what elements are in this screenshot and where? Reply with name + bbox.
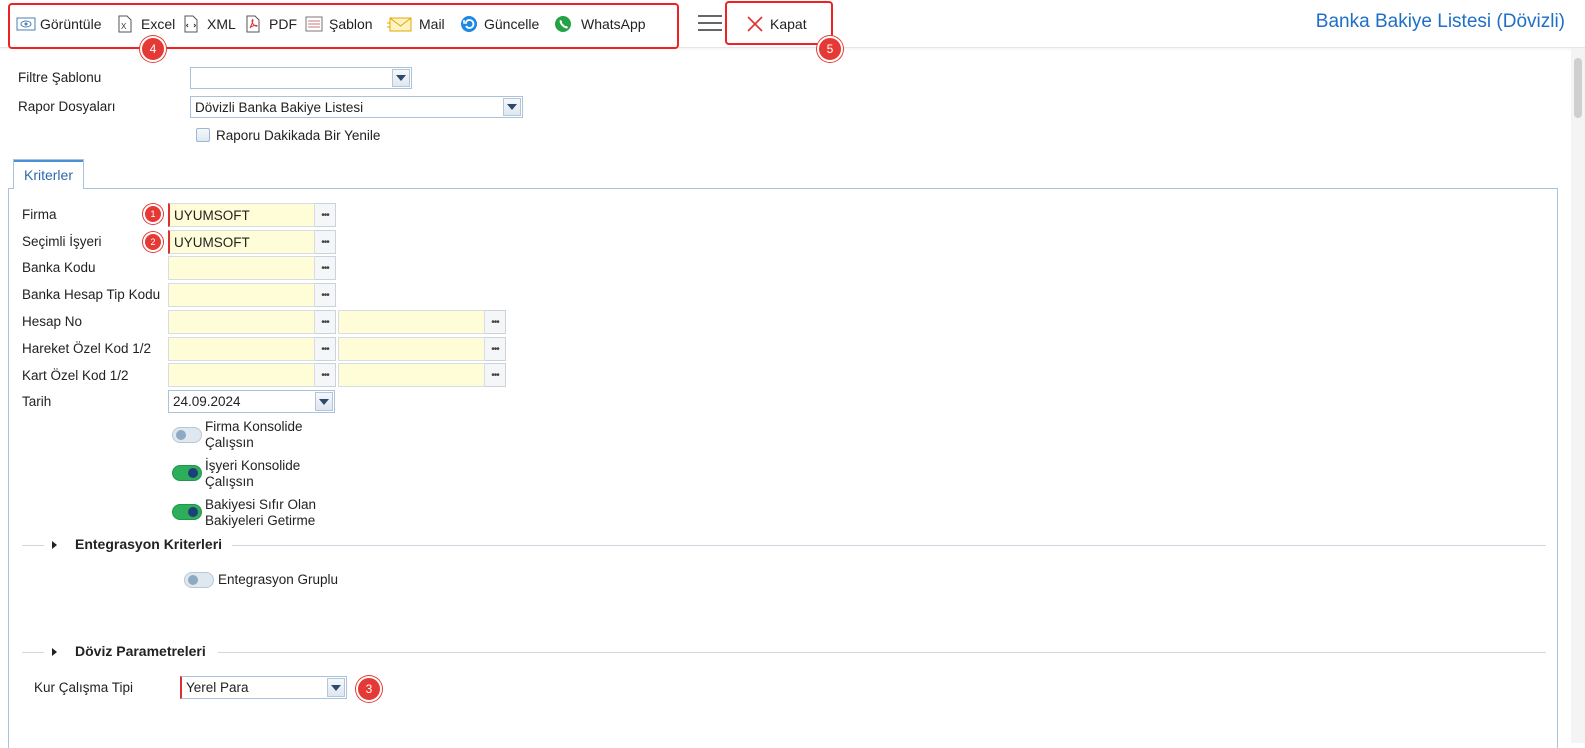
rate-type-select[interactable]: Yerel Para [180, 676, 347, 699]
hareket-ozel-kod-input-1[interactable] [168, 337, 315, 361]
tab-criteria[interactable]: Kriterler [13, 159, 84, 189]
isyeri-lookup: UYUMSOFT ••• [168, 230, 336, 254]
chevron-down-icon[interactable] [392, 69, 410, 87]
sifir-bakiye-label-line2: Bakiyeleri Getirme [205, 513, 316, 528]
isyeri-konsolide-label-line2: Çalışsın [205, 474, 254, 489]
kart-ozel-kod-label: Kart Özel Kod 1/2 [22, 368, 129, 383]
toolbar-highlight-box [8, 3, 679, 49]
firma-browse-button[interactable]: ••• [315, 203, 336, 227]
banka-kodu-lookup: ••• [168, 256, 336, 280]
kart-ozel-kod-input-2[interactable] [338, 363, 485, 387]
sifir-bakiye-toggle[interactable] [172, 504, 202, 520]
firma-input[interactable]: UYUMSOFT [168, 203, 315, 227]
chevron-down-icon[interactable] [315, 392, 333, 411]
hesap-no-lookup-1: ••• [168, 310, 336, 334]
integration-section-header[interactable]: Entegrasyon Kriterleri [22, 535, 1546, 555]
filter-template-label: Filtre Şablonu [18, 70, 102, 85]
kart-ozel-kod-lookup-1: ••• [168, 363, 336, 387]
banka-hesap-tip-input[interactable] [168, 283, 315, 307]
filter-template-select[interactable] [190, 67, 412, 89]
hesap-no-browse-button-1[interactable]: ••• [315, 310, 336, 334]
firma-lookup: UYUMSOFT ••• [168, 203, 336, 227]
isyeri-konsolide-toggle[interactable] [172, 465, 202, 481]
isyeri-konsolide-label-line1: İşyeri Konsolide [205, 458, 301, 473]
hareket-ozel-kod-lookup-1: ••• [168, 337, 336, 361]
hesap-no-browse-button-2[interactable]: ••• [485, 310, 506, 334]
vertical-scrollbar[interactable] [1571, 48, 1585, 743]
integration-grouped-toggle[interactable] [184, 572, 214, 588]
hareket-ozel-kod-browse-button-2[interactable]: ••• [485, 337, 506, 361]
chevron-down-icon[interactable] [503, 98, 521, 116]
hareket-ozel-kod-browse-button-1[interactable]: ••• [315, 337, 336, 361]
report-files-label: Rapor Dosyaları [18, 99, 116, 114]
integration-section-title: Entegrasyon Kriterleri [75, 536, 223, 552]
tarih-label: Tarih [22, 394, 52, 409]
report-files-select[interactable]: Dövizli Banka Bakiye Listesi [190, 96, 523, 118]
hareket-ozel-kod-lookup-2: ••• [338, 337, 506, 361]
currency-section-title: Döviz Parametreleri [75, 643, 206, 659]
hareket-ozel-kod-input-2[interactable] [338, 337, 485, 361]
hareket-ozel-kod-label: Hareket Özel Kod 1/2 [22, 341, 152, 356]
auto-refresh-checkbox[interactable] [196, 128, 210, 142]
hesap-no-input-1[interactable] [168, 310, 315, 334]
isyeri-input[interactable]: UYUMSOFT [168, 230, 315, 254]
firma-konsolide-label-line2: Çalışsın [205, 435, 254, 450]
firma-konsolide-toggle[interactable] [172, 427, 202, 443]
toolbar: Görüntüle X Excel XML PDF Şablon Mail Gü… [0, 0, 1585, 62]
tarih-value: 24.09.2024 [173, 394, 241, 409]
banka-hesap-tip-lookup: ••• [168, 283, 336, 307]
rate-type-label: Kur Çalışma Tipi [34, 680, 134, 695]
scrollbar-thumb[interactable] [1574, 58, 1582, 118]
banka-kodu-label: Banka Kodu [22, 260, 96, 275]
tarih-date-picker[interactable]: 24.09.2024 [168, 390, 335, 413]
banka-kodu-input[interactable] [168, 256, 315, 280]
sifir-bakiye-label: Bakiyesi Sıfır Olan Bakiyeleri Getirme [205, 497, 316, 529]
menu-icon[interactable] [698, 15, 722, 33]
callout-badge-2: 2 [143, 232, 163, 252]
firma-konsolide-label-line1: Firma Konsolide [205, 419, 303, 434]
auto-refresh-label: Raporu Dakikada Bir Yenile [216, 128, 381, 143]
isyeri-konsolide-label: İşyeri Konsolide Çalışsın [205, 458, 300, 490]
callout-badge-5: 5 [817, 36, 843, 62]
kart-ozel-kod-lookup-2: ••• [338, 363, 506, 387]
firma-label: Firma [22, 207, 57, 222]
banka-hesap-tip-browse-button[interactable]: ••• [315, 283, 336, 307]
close-highlight-box [725, 1, 833, 45]
callout-badge-3: 3 [356, 676, 382, 702]
report-files-value: Dövizli Banka Bakiye Listesi [195, 99, 364, 115]
callout-badge-1: 1 [143, 204, 163, 224]
banka-kodu-browse-button[interactable]: ••• [315, 256, 336, 280]
caret-right-icon [52, 648, 57, 656]
hesap-no-lookup-2: ••• [338, 310, 506, 334]
currency-section-header[interactable]: Döviz Parametreleri [22, 642, 1546, 662]
chevron-down-icon[interactable] [327, 678, 345, 697]
hesap-no-input-2[interactable] [338, 310, 485, 334]
integration-grouped-label: Entegrasyon Gruplu [218, 572, 339, 587]
callout-badge-4: 4 [140, 36, 166, 62]
isyeri-browse-button[interactable]: ••• [315, 230, 336, 254]
firma-konsolide-label: Firma Konsolide Çalışsın [205, 419, 303, 451]
banka-hesap-tip-label: Banka Hesap Tip Kodu [22, 287, 161, 302]
caret-right-icon [52, 541, 57, 549]
page-title: Banka Bakiye Listesi (Dövizli) [1315, 11, 1565, 32]
hesap-no-label: Hesap No [22, 314, 83, 329]
isyeri-label: Seçimli İşyeri [22, 234, 102, 249]
kart-ozel-kod-browse-button-2[interactable]: ••• [485, 363, 506, 387]
rate-type-value: Yerel Para [186, 680, 249, 695]
kart-ozel-kod-browse-button-1[interactable]: ••• [315, 363, 336, 387]
kart-ozel-kod-input-1[interactable] [168, 363, 315, 387]
sifir-bakiye-label-line1: Bakiyesi Sıfır Olan [205, 497, 317, 512]
